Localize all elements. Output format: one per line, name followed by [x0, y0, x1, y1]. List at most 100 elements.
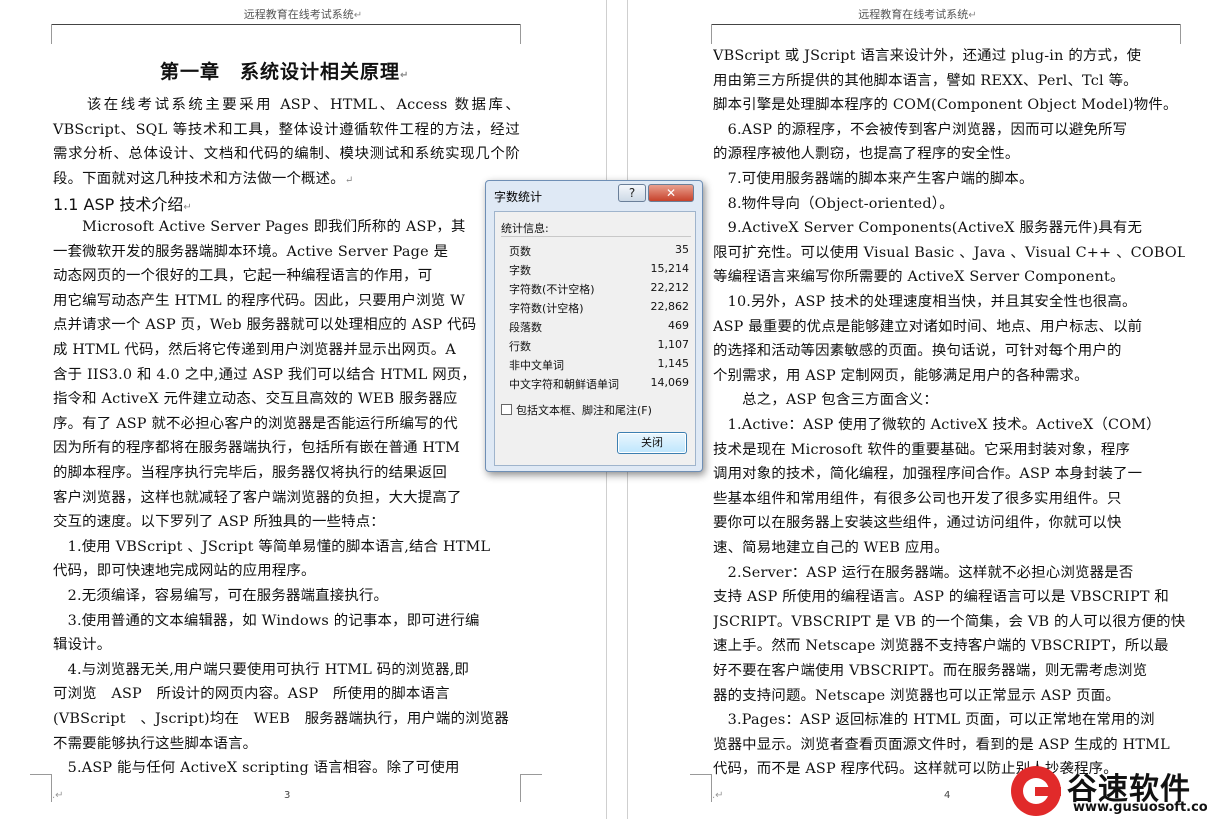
stat-value: 22,862	[650, 300, 690, 313]
body-line: 点并请求一个 ASP 页，Web 服务器就可以处理相应的 ASP 代码	[53, 317, 477, 334]
word-count-dialog[interactable]: 字数统计 ? ✕ 统计信息: 页数 35 字数 15,214 字符数(不计空格) 22…	[485, 180, 703, 472]
body-line: 客户浏览器，这样也就减轻了客户端浏览器的负担，大大提高了	[53, 489, 462, 506]
stat-value: 1,107	[657, 338, 690, 351]
body-line: 技术是现在 Microsoft 软件的重要基础。它采用封装对象，程序	[713, 441, 1131, 458]
stat-label: 字数	[509, 264, 531, 277]
body-line: 调用对象的技术，简化编程，加强程序间合作。ASP 本身封装了一	[713, 466, 1143, 483]
body-line: 个别需求，用 ASP 定制网页，能够满足用户的各种需求。	[713, 367, 1089, 384]
stat-row-paragraphs: 段落数 469	[509, 319, 689, 338]
body-line: 些基本组件和常用组件，有很多公司也开发了很多实用组件。只	[713, 490, 1122, 507]
stat-value: 14,069	[650, 376, 690, 389]
crop-mark	[520, 24, 542, 44]
body-line: 好不要在客户端使用 VBSCRIPT。而在服务器端，则无需考虑浏览	[713, 663, 1148, 679]
body-line: ASP 最重要的优点是能够建立对诸如时间、地点、用户标志、以前	[713, 318, 1143, 335]
g-logo-icon	[1011, 766, 1061, 816]
body-line: 1.Active：ASP 使用了微软的 ActiveX 技术。ActiveX（C…	[713, 417, 1161, 433]
body-line: 速、简易地建立自己的 WEB 应用。	[713, 540, 949, 556]
body-line: 的选择和活动等因素敏感的页面。换句话说，可针对每个用户的	[713, 343, 1122, 360]
body-line: 可浏览 ASP 所设计的网页内容。ASP 所使用的脚本语言	[53, 686, 450, 703]
stat-value: 22,212	[650, 281, 690, 294]
body-line: 要你可以在服务器上安装这些组件，通过访问组件，你就可以快	[713, 515, 1122, 532]
crop-mark	[30, 774, 52, 802]
stat-label: 中文字符和朝鲜语单词	[509, 378, 619, 391]
body-line: 速上手。然而 Netscape 浏览器不支持客户端的 VBSCRIPT，所以最	[713, 638, 1169, 655]
statistics-label: 统计信息:	[501, 222, 549, 235]
body-line: 7.可使用服务器端的脚本来产生客户端的脚本。	[713, 171, 1034, 187]
stat-value: 35	[675, 243, 689, 256]
stat-label: 段落数	[509, 321, 542, 334]
header-text: 远程教育在线考试系统	[858, 8, 969, 21]
header-rule	[52, 24, 520, 25]
body-line: 动态网页的一个很好的工具，它起一种编程语言的作用，可	[53, 268, 433, 285]
chapter-title: 第一章 系统设计相关原理↵	[160, 61, 410, 83]
dialog-title: 字数统计	[494, 190, 543, 204]
body-line: 的源程序被他人剽窃，也提高了程序的安全性。	[713, 146, 1020, 163]
stat-label: 非中文单词	[509, 359, 564, 372]
stat-row-non-chinese-words: 非中文单词 1,145	[509, 357, 689, 376]
body-line: Microsoft Active Server Pages 即我们所称的 ASP…	[53, 219, 466, 235]
intro-paragraph: 该在线考试系统主要采用 ASP、HTML、Access 数据库、VBScript…	[53, 97, 520, 187]
header-rule	[712, 24, 1180, 25]
body-line: (VBScript 、Jscript)均在 WEB 服务器端执行，用户端的浏览器	[53, 711, 509, 727]
header-text: 远程教育在线考试系统	[243, 8, 354, 21]
body-line: 9.ActiveX Server Components(ActiveX 服务器元…	[713, 220, 1143, 237]
stat-label: 行数	[509, 340, 531, 353]
stat-row-chars-no-space: 字符数(不计空格) 22,212	[509, 281, 689, 300]
body-line: JSCRIPT。VBSCRIPT 是 VB 的一个简集，会 VB 的人可以很方便…	[713, 613, 1185, 630]
crop-mark	[30, 24, 52, 44]
checkbox-label: 包括文本框、脚注和尾注(F)	[516, 404, 652, 417]
page-number: 3	[284, 790, 291, 801]
body-line: 2.Server：ASP 运行在服务器端。这样就不必担心浏览器是否	[713, 564, 1134, 581]
body-line: 2.无须编译，容易编写，可在服务器端直接执行。	[53, 588, 389, 604]
footer-mark: .↵	[712, 790, 724, 801]
stat-value: 469	[668, 319, 689, 332]
stat-label: 页数	[509, 245, 531, 258]
body-line: VBScript 或 JScript 语言来设计外，还通过 plug-in 的方…	[713, 48, 1142, 64]
stat-label: 字符数(不计空格)	[509, 283, 595, 296]
statistics-table: 页数 35 字数 15,214 字符数(不计空格) 22,212 字符数(计空格) 22…	[501, 236, 691, 429]
body-line: 用它编写动态产生 HTML 的程序代码。因此，只要用户浏览 W	[53, 292, 466, 309]
body-line: 10.另外，ASP 技术的处理速度相当快，并且其安全性也很高。	[713, 294, 1137, 310]
body-line: 不需要能够执行这些脚本语言。	[53, 735, 258, 752]
watermark-logo: 谷速软件 www.gusuosoft.com	[1005, 762, 1207, 819]
document-page-right[interactable]: 远程教育在线考试系统↵ VBScript 或 JScript 语言来设计外，还通…	[628, 0, 1207, 819]
close-button[interactable]: 关闭	[617, 432, 687, 454]
crop-mark	[1180, 24, 1202, 44]
page-header: 远程教育在线考试系统↵	[243, 8, 363, 21]
body-line: 的脚本程序。当程序执行完毕后，服务器仅将执行的结果返回	[53, 465, 447, 481]
body-line: 总之，ASP 包含三方面含义：	[713, 392, 938, 409]
help-button[interactable]: ?	[618, 184, 646, 202]
stat-row-cjk-chars: 中文字符和朝鲜语单词 14,069	[509, 376, 689, 395]
checkbox-box[interactable]	[501, 404, 512, 415]
stat-value: 15,214	[650, 262, 690, 275]
body-line: 8.物件导向（Object-oriented）。	[713, 195, 954, 212]
watermark-url: www.gusuosoft.com	[1073, 800, 1207, 815]
close-icon[interactable]: ✕	[648, 184, 694, 202]
body-line: 览器中显示。浏览者查看页面源文件时，看到的是 ASP 生成的 HTML	[713, 736, 1170, 753]
body-line: 交互的速度。以下罗列了 ASP 所独具的一些特点：	[53, 514, 385, 531]
footer-mark: .↵	[52, 790, 64, 801]
body-line: 脚本引擎是处理脚本程序的 COM(Component Object Model)…	[713, 97, 1178, 114]
stat-row-words: 字数 15,214	[509, 262, 689, 281]
body-line: 用由第三方所提供的其他脚本语言，譬如 REXX、Perl、Tcl 等。	[713, 72, 1138, 89]
body-line: 一套微软开发的服务器端脚本环境。Active Server Page 是	[53, 243, 449, 260]
stat-row-chars-space: 字符数(计空格) 22,862	[509, 300, 689, 319]
body-line: 3.Pages：ASP 返回标准的 HTML 页面，可以正常地在常用的浏	[713, 712, 1155, 729]
stat-value: 1,145	[657, 357, 690, 370]
body-line: 等编程语言来编写你所需要的 ActiveX Server Component。	[713, 269, 1125, 286]
stat-row-lines: 行数 1,107	[509, 338, 689, 357]
stat-label: 字符数(计空格)	[509, 302, 584, 315]
stat-row-pages: 页数 35	[509, 243, 689, 262]
body-line: 6.ASP 的源程序，不会被传到客户浏览器，因而可以避免所写	[713, 121, 1128, 138]
body-line: 1.使用 VBScript 、JScript 等简单易懂的脚本语言,结合 HTM…	[53, 538, 491, 555]
body-line: 辑设计。	[53, 637, 112, 654]
body-line: 限可扩充性。可以使用 Visual Basic 、Java 、Visual C+…	[713, 244, 1185, 261]
body-line: 器的支持问题。Netscape 浏览器也可以正常显示 ASP 页面。	[713, 687, 1120, 704]
body-line: 代码，即可快速地完成网站的应用程序。	[53, 563, 316, 580]
include-textboxes-checkbox[interactable]: 包括文本框、脚注和尾注(F)	[501, 402, 652, 418]
page-number: 4	[944, 790, 951, 801]
dialog-body: 统计信息: 页数 35 字数 15,214 字符数(不计空格) 22,212 字符数(…	[494, 211, 696, 466]
crop-mark	[520, 774, 542, 802]
crop-mark	[690, 24, 712, 44]
body-line: 5.ASP 能与任何 ActiveX scripting 语言相容。除了可使用	[53, 760, 460, 777]
